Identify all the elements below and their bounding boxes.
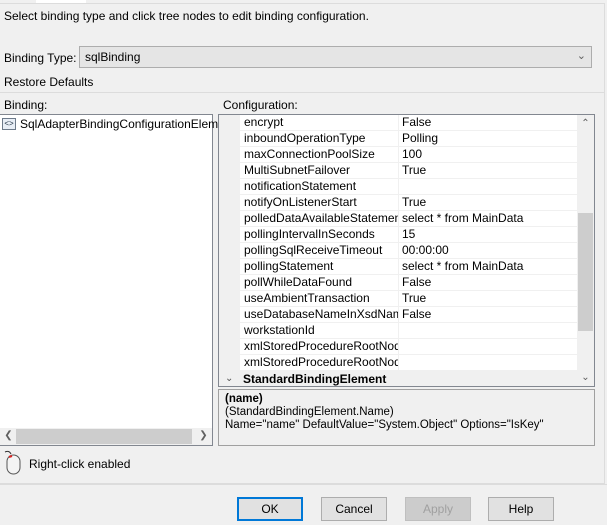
property-value[interactable]: 100 — [399, 147, 578, 162]
binding-type-value: sqlBinding — [85, 50, 141, 64]
property-value[interactable]: 15 — [399, 227, 578, 242]
binding-element-icon: <> — [2, 118, 16, 130]
property-value[interactable]: False — [399, 275, 578, 290]
description-title: (name) — [225, 393, 263, 405]
property-value[interactable]: select * from MainData — [399, 211, 578, 226]
property-name: workstationId — [240, 323, 399, 338]
chevron-down-icon: ⌄ — [576, 50, 586, 62]
configuration-label: Configuration: — [223, 98, 298, 112]
property-row[interactable]: MultiSubnetFailover True — [240, 163, 578, 179]
property-row[interactable]: encrypt False — [240, 115, 578, 131]
description-line: (StandardBindingElement.Name) — [225, 406, 394, 418]
restore-defaults-link[interactable]: Restore Defaults — [4, 75, 93, 89]
tree-item[interactable]: <> SqlAdapterBindingConfigurationElement — [2, 117, 235, 131]
property-row[interactable]: pollingIntervalInSeconds 15 — [240, 227, 578, 243]
grid-margin — [219, 115, 240, 386]
property-name: notificationStatement — [240, 179, 399, 194]
property-row[interactable]: pollWhileDataFound False — [240, 275, 578, 291]
scroll-up-icon[interactable]: ⌃ — [577, 118, 594, 129]
scrollbar-thumb[interactable] — [578, 213, 593, 331]
property-row[interactable]: pollingStatement select * from MainData — [240, 259, 578, 275]
property-row[interactable]: xmlStoredProcedureRootNodeNamespace — [240, 355, 578, 371]
property-row[interactable]: workstationId — [240, 323, 578, 339]
property-value[interactable] — [399, 339, 578, 354]
property-value[interactable] — [399, 323, 578, 338]
binding-label: Binding: — [4, 98, 48, 112]
property-value[interactable] — [399, 355, 578, 370]
property-value[interactable]: False — [399, 307, 578, 322]
property-name: maxConnectionPoolSize — [240, 147, 399, 162]
mouse-icon — [4, 450, 21, 475]
description-pane: (name) (StandardBindingElement.Name) Nam… — [218, 389, 595, 446]
instruction-text: Select binding type and click tree nodes… — [4, 9, 369, 23]
property-row[interactable]: notificationStatement — [240, 179, 578, 195]
scroll-down-icon[interactable]: ⌄ — [577, 372, 594, 383]
apply-button[interactable]: Apply — [405, 497, 471, 521]
divider — [0, 92, 604, 93]
property-row[interactable]: xmlStoredProcedureRootNodeName — [240, 339, 578, 355]
property-row[interactable]: inboundOperationType Polling — [240, 131, 578, 147]
property-grid[interactable]: encrypt False inboundOperationType Polling m… — [218, 114, 595, 387]
description-line: Name="name" DefaultValue="System.Object"… — [225, 419, 544, 431]
scrollbar-thumb[interactable] — [16, 429, 192, 444]
property-name: useDatabaseNameInXsdNamespace — [240, 307, 399, 322]
property-value[interactable]: Polling — [399, 131, 578, 146]
property-name: polledDataAvailableStatement — [240, 211, 399, 226]
cancel-button[interactable]: Cancel — [321, 497, 387, 521]
horizontal-scrollbar[interactable]: ❮ ❯ — [0, 428, 212, 445]
vertical-scrollbar[interactable]: ⌃ ⌄ — [577, 115, 594, 386]
property-name: useAmbientTransaction — [240, 291, 399, 306]
property-name: inboundOperationType — [240, 131, 399, 146]
property-row[interactable]: maxConnectionPoolSize 100 — [240, 147, 578, 163]
property-value[interactable]: False — [399, 115, 578, 130]
property-row[interactable]: polledDataAvailableStatement select * fro… — [240, 211, 578, 227]
binding-type-select[interactable]: sqlBinding ⌄ — [79, 46, 592, 68]
category-standard-binding-element[interactable]: ⌄ StandardBindingElement — [219, 371, 578, 386]
property-row[interactable]: useDatabaseNameInXsdNamespaceFalse — [240, 307, 578, 323]
tab-edge — [36, 0, 86, 3]
property-row[interactable]: useAmbientTransaction True — [240, 291, 578, 307]
binding-type-label: Binding Type: — [4, 51, 77, 65]
property-name: pollingIntervalInSeconds — [240, 227, 399, 242]
property-name: pollingSqlReceiveTimeout — [240, 243, 399, 258]
property-row[interactable]: notifyOnListenerStart True — [240, 195, 578, 211]
property-value[interactable]: select * from MainData — [399, 259, 578, 274]
chevron-down-icon[interactable]: ⌄ — [225, 371, 233, 386]
property-value[interactable]: True — [399, 291, 578, 306]
divider — [0, 484, 607, 485]
scroll-right-icon[interactable]: ❯ — [195, 430, 212, 441]
property-value[interactable]: 00:00:00 — [399, 243, 578, 258]
property-name: encrypt — [240, 115, 399, 130]
tree-item-label: SqlAdapterBindingConfigurationElement — [20, 117, 235, 131]
property-name: MultiSubnetFailover — [240, 163, 399, 178]
property-value[interactable]: True — [399, 195, 578, 210]
property-name: xmlStoredProcedureRootNodeName — [240, 339, 399, 354]
binding-tree[interactable]: <> SqlAdapterBindingConfigurationElement… — [0, 114, 235, 446]
scroll-left-icon[interactable]: ❮ — [0, 430, 17, 441]
property-value[interactable] — [399, 179, 578, 194]
property-name: pollingStatement — [240, 259, 399, 274]
category-label: StandardBindingElement — [243, 372, 387, 386]
help-button[interactable]: Help — [488, 497, 554, 521]
property-row[interactable]: pollingSqlReceiveTimeout 00:00:00 — [240, 243, 578, 259]
property-name: notifyOnListenerStart — [240, 195, 399, 210]
property-name: xmlStoredProcedureRootNodeNamespace — [240, 355, 399, 370]
property-name: pollWhileDataFound — [240, 275, 399, 290]
right-click-text: Right-click enabled — [29, 457, 131, 471]
property-value[interactable]: True — [399, 163, 578, 178]
ok-button[interactable]: OK — [237, 497, 303, 521]
